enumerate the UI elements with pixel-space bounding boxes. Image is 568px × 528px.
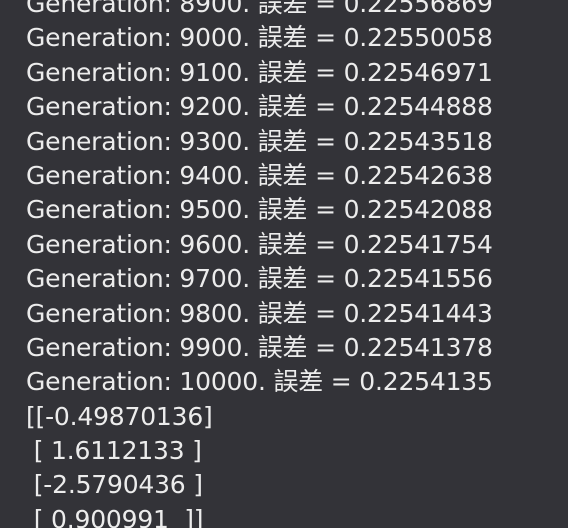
output-line: Generation: 8900. 誤差 = 0.22556869 bbox=[26, 0, 493, 18]
output-line: Generation: 9800. 誤差 = 0.22541443 bbox=[26, 298, 493, 328]
output-line: Generation: 9500. 誤差 = 0.22542088 bbox=[26, 195, 493, 225]
output-line: Generation: 9700. 誤差 = 0.22541556 bbox=[26, 264, 493, 294]
terminal-output[interactable]: Generation: 8900. 誤差 = 0.22556869 Genera… bbox=[0, 0, 568, 528]
output-line: [ 1.6112133 ] bbox=[26, 436, 202, 466]
output-line: [-2.5790436 ] bbox=[26, 470, 203, 500]
output-line: [[-0.49870136] bbox=[26, 401, 213, 431]
output-line: Generation: 9000. 誤差 = 0.22550058 bbox=[26, 23, 493, 53]
output-line: Generation: 9600. 誤差 = 0.22541754 bbox=[26, 229, 493, 259]
output-line: Generation: 10000. 誤差 = 0.2254135 bbox=[26, 367, 493, 397]
output-lines: Generation: 8900. 誤差 = 0.22556869 Genera… bbox=[26, 0, 493, 528]
output-line: Generation: 9400. 誤差 = 0.22542638 bbox=[26, 160, 493, 190]
output-line: Generation: 9100. 誤差 = 0.22546971 bbox=[26, 57, 493, 87]
output-line: Generation: 9300. 誤差 = 0.22543518 bbox=[26, 126, 493, 156]
output-line: Generation: 9900. 誤差 = 0.22541378 bbox=[26, 332, 493, 362]
output-line: Generation: 9200. 誤差 = 0.22544888 bbox=[26, 92, 493, 122]
output-line: [ 0.900991 ]] bbox=[26, 504, 204, 528]
